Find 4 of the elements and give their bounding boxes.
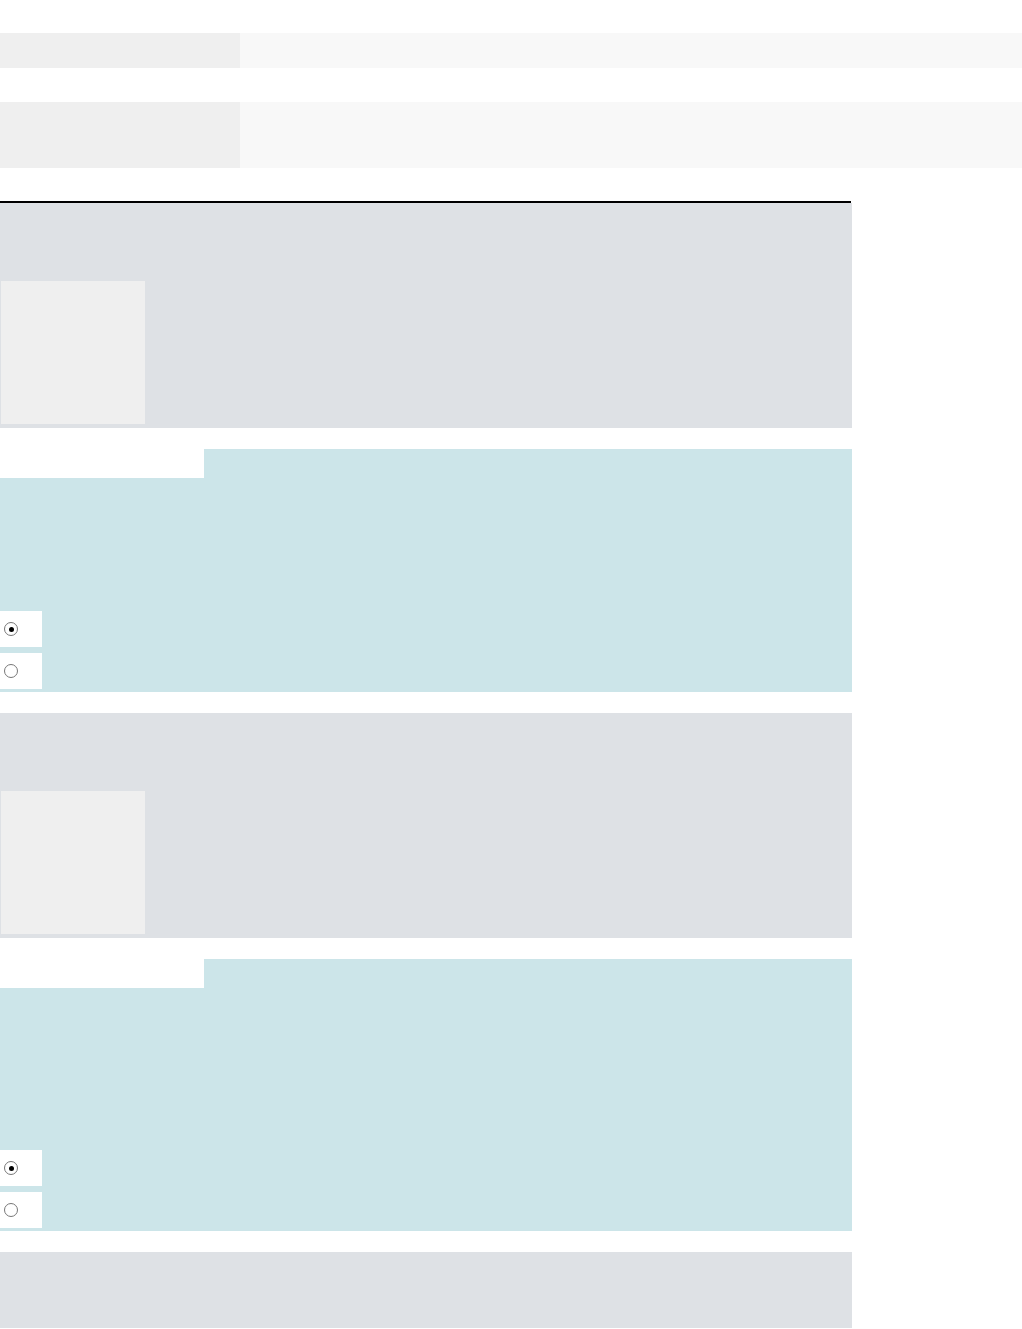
radio-button[interactable]: [4, 622, 18, 636]
radio-button[interactable]: [4, 1203, 18, 1217]
radio-button[interactable]: [4, 1161, 18, 1175]
radio-button[interactable]: [4, 664, 18, 678]
